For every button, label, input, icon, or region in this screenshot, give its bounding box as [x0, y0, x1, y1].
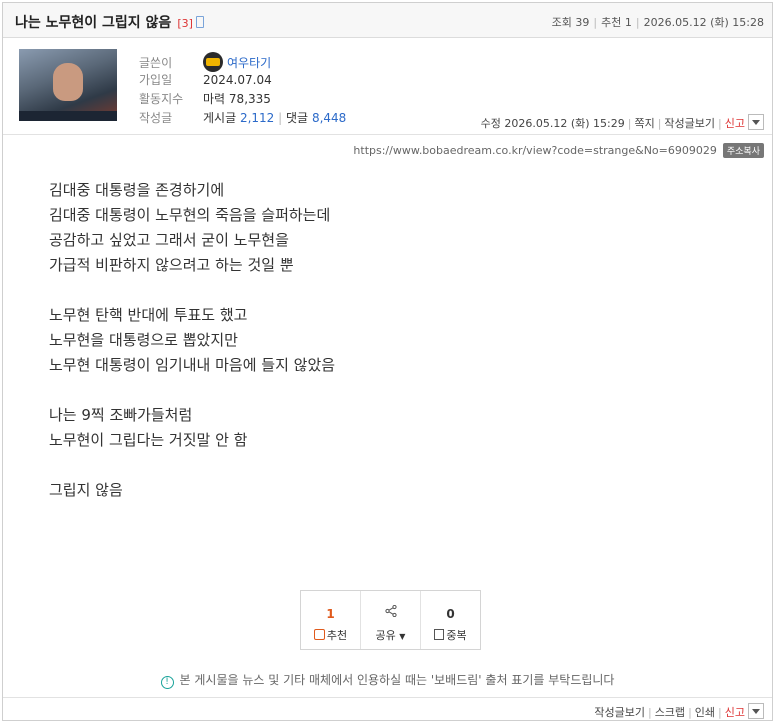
share-icon: [384, 605, 397, 617]
body-line: 가급적 비판하지 않으려고 하는 것일 뿐: [49, 256, 294, 274]
writer-row: 글쓴이 여우타기: [139, 52, 346, 72]
author-profile-image[interactable]: [19, 49, 117, 121]
recommend-label: 추천: [601, 16, 622, 29]
posts-count[interactable]: 2,112: [240, 111, 274, 125]
author-nickname[interactable]: 여우타기: [227, 56, 271, 70]
post-body: 김대중 대통령을 존경하기에 김대중 대통령이 노무현의 죽음을 슬퍼하는데 공…: [49, 178, 335, 503]
thumbs-up-icon: [313, 629, 325, 640]
joined-label: 가입일: [139, 73, 173, 87]
body-line: [49, 378, 335, 403]
share-button[interactable]: 공유 ▼: [361, 591, 421, 649]
scrap-link[interactable]: 스크랩: [655, 706, 685, 719]
level-badge-icon: [203, 52, 223, 72]
body-line: 노무현이 그립다는 거짓말 안 함: [49, 431, 248, 449]
post-meta: 조회 39 | 추천 1 | 2026.05.12 (화) 15:28: [551, 16, 764, 29]
chevron-down-icon[interactable]: [748, 703, 764, 719]
caret-down-icon: ▼: [399, 632, 406, 641]
views-count: 39: [575, 16, 590, 29]
recommend-button-label-wrap: 추천: [301, 627, 360, 643]
body-line: 노무현 대통령이 임기내내 마음에 들지 않았음: [49, 356, 336, 374]
body-line: 나는 9찍 조빠가들처럼: [49, 406, 193, 424]
body-line: [49, 453, 335, 478]
duplicate-button-count: 0: [446, 607, 455, 621]
activity-label: 활동지수: [139, 92, 184, 106]
info-icon: !: [160, 676, 174, 689]
views-label: 조회: [551, 16, 572, 29]
power-label: 마력: [203, 92, 226, 106]
post-title-bar: 나는 노무현이 그립지 않음 [3] 조회 39 | 추천 1 | 2026.05.12 …: [3, 3, 772, 38]
joined-date: 2024.07.04: [203, 73, 272, 87]
body-line: 김대중 대통령이 노무현의 죽음을 슬퍼하는데: [49, 206, 331, 224]
comments-label: 댓글: [286, 111, 309, 125]
post-url: https://www.bobaedream.co.kr/view?code=s…: [353, 144, 717, 157]
message-link[interactable]: 쪽지: [634, 117, 654, 130]
body-line: 노무현 탄핵 반대에 투표도 했고: [49, 306, 248, 324]
edited-time: 수정 2026.05.12 (화) 15:29: [480, 117, 625, 130]
recommend-button-count: 1: [326, 607, 335, 621]
author-info-box: 글쓴이 여우타기 가입일 2024.07.04 활동지수 마력 78,335 작성글 게…: [3, 38, 772, 135]
body-line: 노무현을 대통령으로 뽑았지만: [49, 331, 238, 349]
mobile-icon: [195, 16, 204, 28]
writes-label: 작성글: [139, 111, 173, 125]
body-line: 그립지 않음: [49, 481, 123, 499]
comments-count[interactable]: 8,448: [312, 111, 346, 125]
chevron-down-icon[interactable]: [748, 114, 764, 130]
duplicate-button-label-wrap: 중복: [421, 627, 480, 643]
post-frame: 나는 노무현이 그립지 않음 [3] 조회 39 | 추천 1 | 2026.05.12 …: [2, 2, 773, 721]
recommend-count: 1: [624, 16, 632, 29]
post-title: 나는 노무현이 그립지 않음 [3]: [15, 12, 204, 32]
view-posts-link[interactable]: 작성글보기: [664, 117, 715, 130]
duplicate-button[interactable]: 0 중복: [421, 591, 480, 649]
post-date: 2026.05.12 (화) 15:28: [643, 16, 764, 29]
profile-face-shape: [53, 63, 83, 101]
body-line: 공감하고 싶었고 그래서 굳이 노무현을: [49, 231, 289, 249]
report-link[interactable]: 신고: [725, 117, 745, 130]
print-link[interactable]: 인쇄: [695, 706, 715, 719]
citation-notice-text: 본 게시물을 뉴스 및 기타 매체에서 인용하실 때는 '보배드림' 출처 표기…: [179, 673, 615, 687]
writes-row: 작성글 게시글 2,112 | 댓글 8,448: [139, 109, 346, 128]
share-button-label: 공유: [375, 629, 396, 642]
bottom-report-link[interactable]: 신고: [725, 706, 745, 719]
power-value: 78,335: [228, 92, 271, 106]
reply-count[interactable]: [3]: [177, 17, 193, 30]
action-buttons: 1 추천 공유 ▼ 0 중복: [300, 590, 481, 650]
activity-row: 활동지수 마력 78,335: [139, 90, 346, 109]
post-title-text: 나는 노무현이 그립지 않음: [15, 15, 172, 31]
recommend-button-label: 추천: [326, 629, 348, 642]
bottom-links: 작성글보기 | 스크랩 | 인쇄 | 신고: [594, 703, 764, 720]
url-bar: https://www.bobaedream.co.kr/view?code=s…: [353, 143, 764, 158]
duplicate-button-label: 중복: [446, 629, 467, 642]
joined-row: 가입일 2024.07.04: [139, 71, 346, 90]
citation-notice: ! 본 게시물을 뉴스 및 기타 매체에서 인용하실 때는 '보배드림' 출처 표…: [3, 671, 772, 689]
profile-caption-strip: [19, 111, 117, 121]
posts-label: 게시글: [203, 111, 237, 125]
copy-url-button[interactable]: 주소복사: [722, 143, 764, 158]
body-line: 김대중 대통령을 존경하기에: [49, 181, 225, 199]
bottom-view-posts-link[interactable]: 작성글보기: [594, 706, 645, 719]
body-line: [49, 278, 335, 303]
author-info-rows: 글쓴이 여우타기 가입일 2024.07.04 활동지수 마력 78,335 작성글 게…: [139, 52, 346, 128]
edit-line: 수정 2026.05.12 (화) 15:29 | 쪽지 | 작성글보기 | 신고: [481, 114, 764, 131]
recommend-button[interactable]: 1 추천: [301, 591, 361, 649]
share-button-label-wrap: 공유 ▼: [361, 627, 420, 643]
bottom-bar: 작성글보기 | 스크랩 | 인쇄 | 신고: [3, 697, 772, 722]
duplicate-icon: [434, 629, 445, 640]
